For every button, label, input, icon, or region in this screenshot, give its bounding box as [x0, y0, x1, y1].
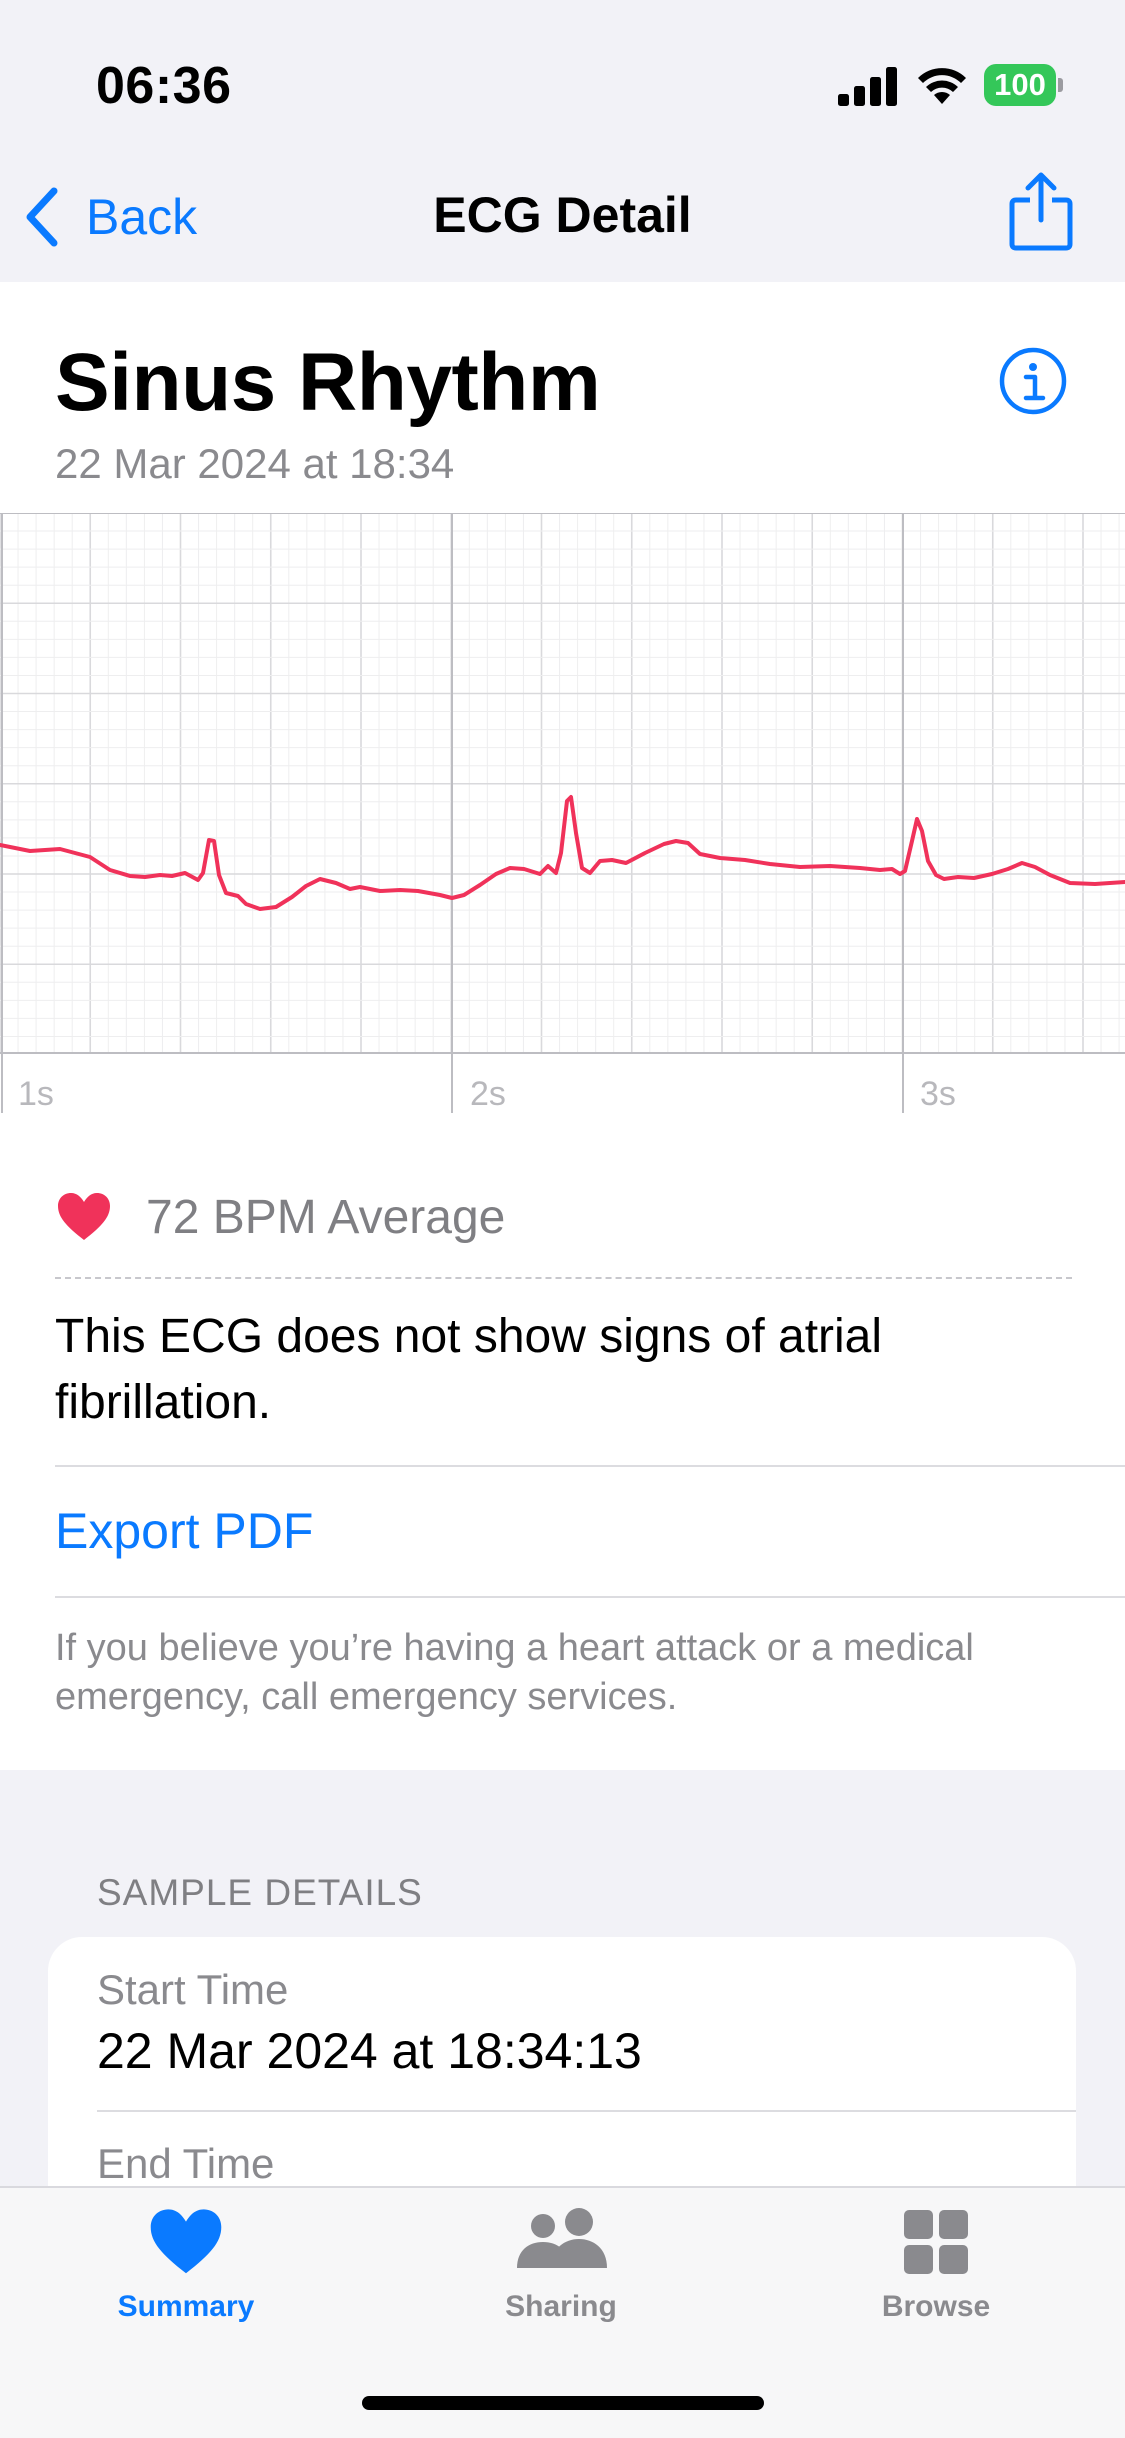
- wifi-icon: [918, 68, 966, 104]
- time-label-3s: 3s: [920, 1075, 956, 1113]
- end-time-label: End Time: [97, 2140, 275, 2187]
- tab-browse[interactable]: Browse: [806, 2208, 1066, 2324]
- start-time-label: Start Time: [97, 1966, 289, 2013]
- start-time-value: 22 Mar 2024 at 18:34:13: [97, 2023, 642, 2079]
- grid-icon: [904, 2210, 968, 2274]
- ecg-chart: 1s 2s 3s: [0, 513, 1125, 1113]
- export-pdf-button[interactable]: Export PDF: [55, 1502, 313, 1560]
- heart-icon: [58, 1193, 110, 1240]
- nav-title: ECG Detail: [433, 187, 692, 243]
- section-header: SAMPLE DETAILS: [97, 1872, 423, 1913]
- battery-icon: 100: [984, 64, 1064, 110]
- battery-level: 100: [984, 64, 1056, 106]
- divider: [55, 1465, 1125, 1467]
- dashed-divider: [55, 1277, 1072, 1279]
- time-label-1s: 1s: [18, 1075, 54, 1113]
- divider: [97, 2110, 1076, 2112]
- people-icon: [517, 2208, 607, 2268]
- page-title: Sinus Rhythm: [55, 337, 601, 428]
- recording-date: 22 Mar 2024 at 18:34: [55, 440, 455, 487]
- status-time: 06:36: [96, 57, 232, 115]
- home-indicator: [362, 2396, 764, 2410]
- bpm-average: 72 BPM Average: [146, 1191, 506, 1244]
- heart-icon: [150, 2209, 222, 2274]
- tab-summary[interactable]: Summary: [56, 2208, 316, 2324]
- info-icon[interactable]: [998, 346, 1068, 416]
- time-label-2s: 2s: [470, 1075, 506, 1113]
- emergency-notice: If you believe you’re having a heart att…: [55, 1627, 974, 1718]
- tab-label: Browse: [881, 2290, 991, 2323]
- divider: [55, 1596, 1125, 1598]
- ecg-time-axis: 1s 2s 3s: [18, 1075, 956, 1113]
- ecg-result: This ECG does not show signs of atrial f…: [55, 1310, 883, 1429]
- ecg-grid: [0, 513, 1125, 1113]
- cellular-signal-icon: [838, 67, 897, 106]
- tab-label: Summary: [117, 2290, 255, 2323]
- tab-label: Sharing: [505, 2290, 617, 2323]
- share-icon[interactable]: [1008, 172, 1074, 252]
- tab-sharing[interactable]: Sharing: [431, 2208, 691, 2324]
